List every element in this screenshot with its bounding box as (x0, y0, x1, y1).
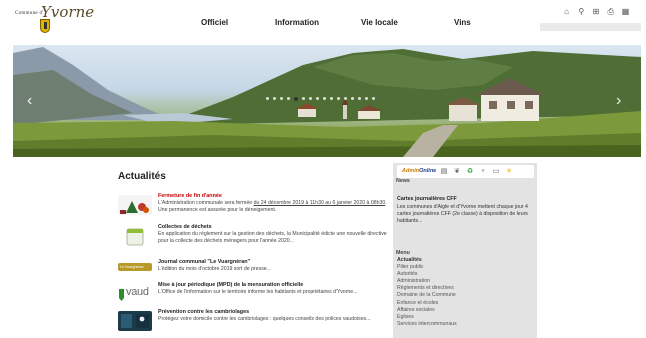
slider-dot[interactable] (316, 97, 319, 100)
news-heading-label: News (396, 178, 410, 184)
slider-dot[interactable] (337, 97, 340, 100)
news-summary: L'édition du mois d'octobre 2019 sort de… (158, 266, 272, 272)
journal-thumbnail: Le Vuargnéran (118, 263, 152, 271)
menu-item[interactable]: Services intercommunaux (397, 321, 535, 328)
slider-dot[interactable] (344, 97, 347, 100)
sidebar: AdminOnline ▤ ❦ ♻ ♆ ▭ ☀ News Cartes journaliè… (393, 163, 537, 338)
slider-dot[interactable] (351, 97, 354, 100)
slider-dot[interactable] (273, 97, 276, 100)
sitemap-icon[interactable]: ⊞ (592, 7, 601, 16)
nav-vie-locale[interactable]: Vie locale (361, 18, 398, 27)
burglary-thumbnail (118, 311, 152, 331)
nav-vins[interactable]: Vins (454, 18, 471, 27)
bus-icon[interactable]: ▭ (491, 167, 501, 176)
news-section-title: Actualités (118, 171, 166, 182)
bird-icon[interactable]: ❦ (452, 167, 462, 176)
site-header: Commune d' Yvorne Officiel Information V… (13, 0, 641, 44)
menu-item[interactable]: Actualités (397, 257, 535, 264)
slider-prev-icon[interactable]: ‹ (27, 93, 32, 109)
news-summary: En application du règlement sur la gesti… (158, 231, 387, 244)
news-heading[interactable]: Mise à jour périodique (MPD) de la mensu… (158, 282, 390, 289)
hero-slider[interactable]: ‹ › (13, 45, 641, 157)
nav-officiel[interactable]: Officiel (201, 18, 228, 27)
menu-item[interactable]: Règlements et directives (397, 285, 535, 292)
waste-bin-thumbnail (118, 226, 152, 246)
search-input[interactable] (540, 23, 641, 31)
crest-icon (40, 19, 50, 33)
menu-item[interactable]: Administration (397, 278, 535, 285)
vaud-logo-thumbnail: vaud (118, 284, 152, 304)
slider-dots (266, 96, 375, 101)
slider-dot[interactable] (266, 97, 269, 100)
news-heading[interactable]: Journal communal "Le Vuargnéran" (158, 259, 390, 266)
slider-dot[interactable] (323, 97, 326, 100)
menu-item[interactable]: Autorités (397, 271, 535, 278)
slider-dot[interactable] (365, 97, 368, 100)
print-icon[interactable]: ⎙ (606, 7, 615, 16)
toolbar-icons: ⌂ ⚲ ⊞ ⎙ ▦ (562, 7, 630, 17)
sidebar-menu: Actualités Pilier public Autorités Administ… (397, 257, 535, 328)
slider-dot[interactable] (294, 96, 298, 101)
tree-icon[interactable]: ♆ (478, 167, 488, 176)
admin-online-bar: AdminOnline ▤ ❦ ♻ ♆ ▭ ☀ (397, 165, 534, 178)
news-heading[interactable]: Prévention contre les cambriolages (158, 309, 390, 316)
slider-dot[interactable] (280, 97, 283, 100)
page: Commune d' Yvorne Officiel Information V… (0, 0, 646, 338)
news-heading[interactable]: Fermeture de fin d'année (158, 193, 390, 200)
cff-cards-text: Les communes d'Aigle et d'Yvorne mettent… (397, 204, 528, 225)
christmas-thumbnail (118, 195, 152, 215)
calendar-icon[interactable]: ▤ (439, 167, 449, 176)
menu-item[interactable]: Eglises (397, 314, 535, 321)
commune-logo[interactable]: Commune d' Yvorne (15, 3, 125, 37)
home-icon[interactable]: ⌂ (562, 7, 571, 16)
slider-dot[interactable] (302, 97, 305, 100)
closure-dates-link[interactable]: du 24 décembre 2019 à 11h30 au 6 janvier… (254, 200, 386, 206)
news-summary: L'Office de l'information sur le territo… (158, 289, 358, 295)
nav-information[interactable]: Information (275, 18, 319, 27)
menu-item[interactable]: Domaine de la Commune (397, 292, 535, 299)
slider-dot[interactable] (309, 97, 312, 100)
slider-dot[interactable] (330, 97, 333, 100)
menu-heading-label: Menu (396, 250, 410, 256)
admin-online-logo[interactable]: AdminOnline (402, 168, 436, 174)
recycle-icon[interactable]: ♻ (465, 167, 475, 176)
calendar-icon[interactable]: ▦ (621, 7, 630, 16)
menu-item[interactable]: Pilier public (397, 264, 535, 271)
news-summary: L'Administration communale sera fermée d… (158, 200, 387, 213)
admin-icons: ▤ ❦ ♻ ♆ ▭ ☀ (439, 167, 514, 176)
menu-item[interactable]: Enfance et écoles (397, 300, 535, 307)
logo-text: Commune d' (15, 11, 44, 16)
news-summary: Protégez votre domicile contre les cambr… (158, 316, 371, 322)
landscape-photo (13, 47, 641, 157)
slider-dot[interactable] (372, 97, 375, 100)
sun-icon[interactable]: ☀ (504, 167, 514, 176)
slider-dot[interactable] (287, 97, 290, 100)
news-heading[interactable]: Collectes de déchets (158, 224, 390, 231)
search-icon[interactable]: ⚲ (577, 7, 586, 16)
menu-item[interactable]: Affaires sociales (397, 307, 535, 314)
slider-dot[interactable] (358, 97, 361, 100)
slider-next-icon[interactable]: › (616, 93, 621, 109)
cff-cards-title[interactable]: Cartes journalières CFF (397, 196, 457, 202)
